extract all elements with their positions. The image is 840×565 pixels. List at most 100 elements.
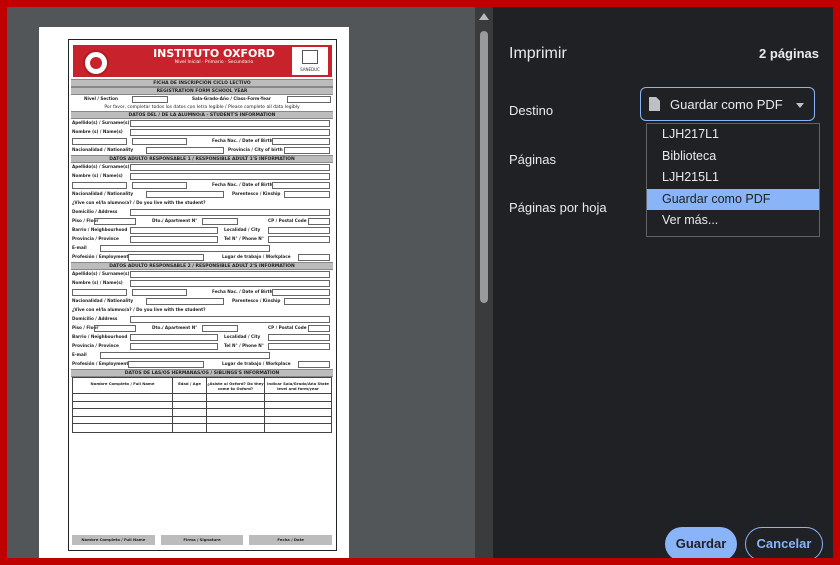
field-box [94,218,136,225]
pages-label: Páginas [509,152,556,167]
destination-select[interactable]: Guardar como PDF [640,87,815,121]
field-box [132,96,168,103]
field-box [284,147,330,154]
form-row: Provincia / Province Tel N° / Phone N° [72,235,332,244]
scroll-up-icon[interactable] [479,13,489,20]
pages-per-sheet-label: Páginas por hoja [509,200,607,215]
field-label: Dto./ Apartment N° [152,218,198,223]
field-label: Provincia / City of birth [228,147,283,152]
field-label: Nacionalidad / Nationality [72,147,134,152]
footer-signature: Firma / Signature [160,535,244,545]
preview-scrollbar[interactable] [475,7,493,558]
field-label: Parentesco / Kinship [232,191,281,196]
field-box [72,289,127,296]
field-box [130,236,218,243]
field-box [298,361,330,368]
field-label: Lugar de trabajo / Workplace [222,361,291,366]
field-label: Apellido(s) / Surname(s) [72,120,130,125]
field-label: Provincia / Province [72,343,119,348]
print-preview: INSTITUTO OXFORD Nivel Inicial · Primari… [7,7,475,558]
form-row: Profesión / Employment Lugar de trabajo … [72,253,332,262]
preview-page: INSTITUTO OXFORD Nivel Inicial · Primari… [39,27,349,558]
field-box [132,289,187,296]
th-grade: Indicar Sala/Grado/Año State level and f… [266,381,330,391]
field-label: Fecha Nac. / Date of Birth [212,289,273,294]
school-header: INSTITUTO OXFORD Nivel Inicial · Primari… [73,45,332,77]
form-row: Piso / Floor Dto./ Apartment N° CP / Pos… [72,324,332,333]
field-label: Parentesco / Kinship [232,298,281,303]
form-row: Nacionalidad / Nationality Parentesco / … [72,190,332,199]
field-label: Localidad / City [224,227,261,232]
field-box [130,334,218,341]
form-row: Provincia / Province Tel N° / Phone N° [72,342,332,351]
field-box [130,164,330,171]
field-label: Tel N° / Phone N° [224,343,264,348]
document-icon [649,97,660,111]
form-row: Profesión / Employment Lugar de trabajo … [72,360,332,369]
field-label: ¿Vive con el/la alumno/a? / Do you live … [72,307,206,312]
field-label: Profesión / Employment [72,361,129,366]
field-box [72,138,127,145]
section-adult-1: DATOS ADULTO RESPONSABLE 1 / RESPONSIBLE… [71,155,333,163]
form-row: Domicilio / Address [72,208,332,217]
field-label: Nacionalidad / Nationality [72,298,134,303]
building-icon [302,50,318,64]
saneduc-caption: SANEDUC [300,67,320,72]
field-label: Barrio / Neighbourhood [72,227,128,232]
signature-footer: Nombre Completo / Full Name Firma / Sign… [72,535,333,545]
menu-item-save-as-pdf[interactable]: Guardar como PDF [647,188,819,210]
school-name: INSTITUTO OXFORD [153,47,275,60]
footer-name: Nombre Completo / Full Name [72,535,155,545]
school-levels: Nivel Inicial · Primario · Secundario [174,60,254,65]
field-box [146,191,224,198]
field-label: Nombre (s) / Name(s) [72,280,123,285]
field-box [128,361,204,368]
field-box [132,138,187,145]
form-row: ¿Vive con el/la alumno/a? / Do you live … [72,306,332,315]
field-box [130,129,330,136]
form-row: E-mail [72,351,332,360]
field-box [272,138,330,145]
field-label: Barrio / Neighbourhood [72,334,128,339]
field-label: Provincia / Province [72,236,119,241]
menu-item-biblioteca[interactable]: Biblioteca [647,146,819,168]
field-label: Domicilio / Address [72,316,118,321]
dialog-title: Imprimir [509,45,567,62]
saneduc-logo: SANEDUC [292,47,328,75]
field-label: CP / Postal Code [268,325,307,330]
siblings-table: Nombre Completo / Full Name Edad / Age ¿… [72,377,332,433]
field-label: Sala-Grado-Año / Class-Form-Year [192,96,271,101]
field-box [128,254,204,261]
field-box [130,209,330,216]
field-box [146,298,224,305]
field-label: E-mail [72,245,87,250]
field-box [100,352,270,359]
field-box [130,227,218,234]
form-row: Apellido(s) / Surname(s) [72,119,332,128]
menu-item-ljh217l1[interactable]: LJH217L1 [647,124,819,146]
cancel-button[interactable]: Cancelar [745,527,823,558]
print-dialog: INSTITUTO OXFORD Nivel Inicial · Primari… [0,0,840,565]
field-box [132,182,187,189]
form-row: Fecha Nac. / Date of Birth [72,181,332,190]
field-box [308,218,330,225]
form-row: Nacionalidad / Nationality Provincia / C… [72,146,332,155]
menu-item-ljh215l1[interactable]: LJH215L1 [647,167,819,189]
footer-date: Fecha / Date [249,535,333,545]
form-row: Fecha Nac. / Date of Birth [72,288,332,297]
form-row: Nivel / Section Sala-Grado-Año / Class-F… [72,95,332,104]
field-label: Lugar de trabajo / Workplace [222,254,291,259]
scrollbar-thumb[interactable] [480,31,488,303]
save-button[interactable]: Guardar [665,527,737,558]
form-row: Nombre (s) / Name(s) [72,128,332,137]
field-box [130,173,330,180]
field-box [72,182,127,189]
menu-item-see-more[interactable]: Ver más... [647,210,819,232]
field-box [130,120,330,127]
form-row: ¿Vive con el/la alumno/a? / Do you live … [72,199,332,208]
section-adult-2: DATOS ADULTO RESPONSABLE 2 / RESPONSIBLE… [71,262,333,270]
field-box [284,191,330,198]
field-label: Fecha Nac. / Date of Birth [212,138,273,143]
field-label: Apellido(s) / Surname(s) [72,271,130,276]
field-box [100,245,270,252]
